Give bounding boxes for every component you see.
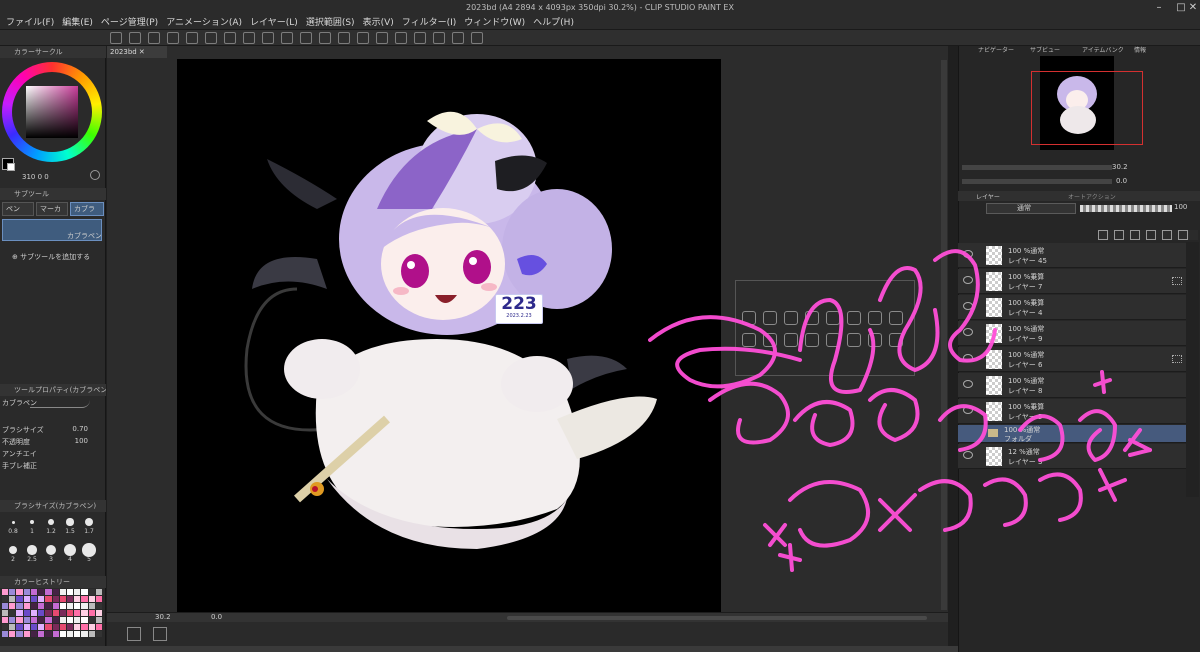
pink-signature-scribble — [648, 249, 1152, 572]
